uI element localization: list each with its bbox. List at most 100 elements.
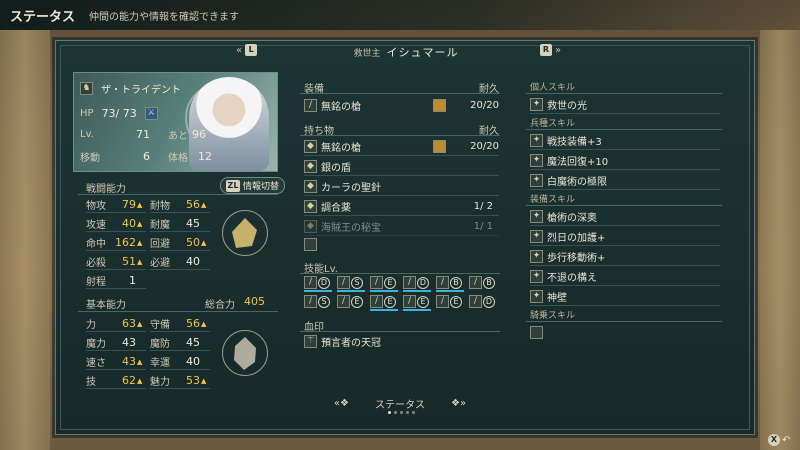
basic-stat-up-icon: ▲: [137, 319, 143, 328]
item-name: カーラの聖針: [321, 183, 381, 194]
next-page-button[interactable]: ❖»: [451, 398, 466, 409]
skill-row[interactable]: ✦ 救世の光: [530, 96, 720, 114]
skill-row[interactable]: ✦ 烈日の加護+: [530, 228, 720, 246]
weapon-type-icon: /: [304, 295, 317, 308]
basic-stat-label: 力: [86, 320, 96, 331]
zl-key-icon: ZL: [226, 179, 240, 192]
back-icon: ↶: [782, 434, 791, 446]
unit-name: イシュマール: [386, 46, 459, 59]
item-icon: ◆: [304, 220, 317, 233]
item-row[interactable]: ◆ 無銘の槍 20/20: [304, 138, 499, 156]
basic-stat: 幸運 40: [150, 354, 210, 370]
combat-stat: 耐魔 45: [150, 216, 210, 232]
total-value: 405: [244, 295, 265, 308]
divider: [526, 321, 722, 322]
divider: [300, 273, 500, 274]
skill-row[interactable]: ✦ 白魔術の極限: [530, 172, 720, 190]
l-key-icon: L: [245, 44, 258, 56]
combat-stat-label: 耐魔: [150, 220, 170, 231]
combat-stat-label: 命中: [86, 239, 106, 250]
rank-badge: E: [417, 295, 429, 308]
combat-stat-label: 必殺: [86, 258, 106, 269]
rank-progress-bar: [403, 309, 431, 311]
skill-row[interactable]: ✦ 魔法回復+10: [530, 152, 720, 170]
combat-stat-value: 45: [186, 217, 200, 230]
skill-row[interactable]: ✦ 神壁: [530, 288, 720, 306]
weapon-type-icon: /: [436, 276, 449, 289]
item-row[interactable]: ◆ 調合薬 1/ 2: [304, 198, 499, 216]
rank-badge: S: [318, 295, 330, 308]
chevron-right-icon: »: [555, 44, 562, 56]
chevron-left-icon: «: [236, 44, 243, 56]
rank-progress-bar: [337, 290, 365, 292]
basic-stat-label: 魔力: [86, 339, 106, 350]
item-name: 調合薬: [321, 203, 351, 214]
combat-stat-up-icon: ▲: [137, 238, 143, 247]
item-row[interactable]: ◆ 銀の盾: [304, 158, 499, 176]
skill-icon: ✦: [530, 174, 543, 187]
combat-stat-label: 耐物: [150, 201, 170, 212]
skill-row[interactable]: ✦ 歩行移動術+: [530, 248, 720, 266]
basic-stat-label: 技: [86, 377, 96, 388]
sword-icon: ⚔: [144, 107, 158, 120]
combat-stat-value: 51: [122, 255, 136, 268]
rank-badge: E: [351, 295, 363, 308]
weapon-rank: / E: [403, 295, 429, 308]
weapon-type-icon: /: [337, 295, 350, 308]
divider: [300, 135, 500, 136]
unit-epithet: 救世主: [353, 48, 381, 59]
skill-name: 不退の構え: [547, 273, 597, 284]
weapon-type-icon: /: [403, 276, 416, 289]
rank-progress-bar: [436, 290, 464, 292]
top-bar: ステータス 仲間の能力や情報を確認できます: [0, 0, 800, 30]
item-icon: ◆: [304, 200, 317, 213]
item-durability: 20/20: [470, 141, 499, 152]
next-unit-button[interactable]: R»: [540, 44, 561, 56]
rank-progress-bar: [370, 309, 398, 311]
rank-progress-bar: [403, 290, 431, 292]
skill-icon: ✦: [530, 134, 543, 147]
skill-icon: ✦: [530, 210, 543, 223]
skill-icon: ✦: [530, 270, 543, 283]
basic-stat: 魔力 43: [86, 335, 146, 351]
combat-stat-up-icon: ▲: [137, 219, 143, 228]
basic-stat-label: 速さ: [86, 358, 106, 369]
prev-unit-button[interactable]: «L: [236, 44, 258, 56]
basic-stat-up-icon: ▲: [201, 319, 207, 328]
item-row[interactable]: ◆ カーラの聖針: [304, 178, 499, 196]
close-button[interactable]: X ↶: [768, 434, 790, 446]
item-row[interactable]: ◆ 海賊王の秘宝 1/ 1: [304, 218, 499, 236]
basic-stat: 速さ 43 ▲: [86, 354, 146, 370]
basic-stat-label: 魅力: [150, 377, 170, 388]
level-value: 71: [136, 128, 150, 141]
equipped-weapon[interactable]: / 無銘の槍 20/20: [304, 96, 499, 114]
info-toggle-button[interactable]: ZL 情報切替: [220, 177, 286, 194]
hp-value: 73/ 73: [101, 107, 137, 120]
blood-crest[interactable]: ⚚ 預言者の天冠: [304, 334, 381, 349]
skill-row[interactable]: ✦ 戦技装備+3: [530, 132, 720, 150]
basic-stat-value: 45: [186, 336, 200, 349]
level-label: Lv.: [80, 129, 94, 140]
rank-progress-bar: [370, 290, 398, 292]
skill-row[interactable]: ✦ 槍術の深奥: [530, 208, 720, 226]
basic-stat-up-icon: ▲: [137, 376, 143, 385]
combat-stat-label: 攻速: [86, 220, 106, 231]
combat-stat-up-icon: ▲: [201, 200, 207, 209]
skill-row[interactable]: ✦ 不退の構え: [530, 268, 720, 286]
rank-badge: D: [483, 295, 495, 308]
basic-stat-value: 43: [122, 336, 136, 349]
lance-icon: /: [304, 98, 317, 112]
divider: [526, 93, 722, 94]
basic-stat-up-icon: ▲: [137, 357, 143, 366]
skill-section-title: 個人スキル: [530, 83, 576, 93]
basic-stat-value: 56: [186, 317, 200, 330]
combat-stat-value: 56: [186, 198, 200, 211]
weapon-type-icon: /: [304, 276, 317, 289]
empty-slot-icon: [530, 326, 543, 339]
rank-badge: E: [384, 295, 396, 308]
prev-page-button[interactable]: «❖: [334, 398, 349, 409]
weapon-rank: / S: [304, 295, 330, 308]
rank-badge: B: [483, 276, 495, 289]
total-label: 総合力: [205, 300, 235, 311]
combat-stat: 物攻 79 ▲: [86, 197, 146, 213]
